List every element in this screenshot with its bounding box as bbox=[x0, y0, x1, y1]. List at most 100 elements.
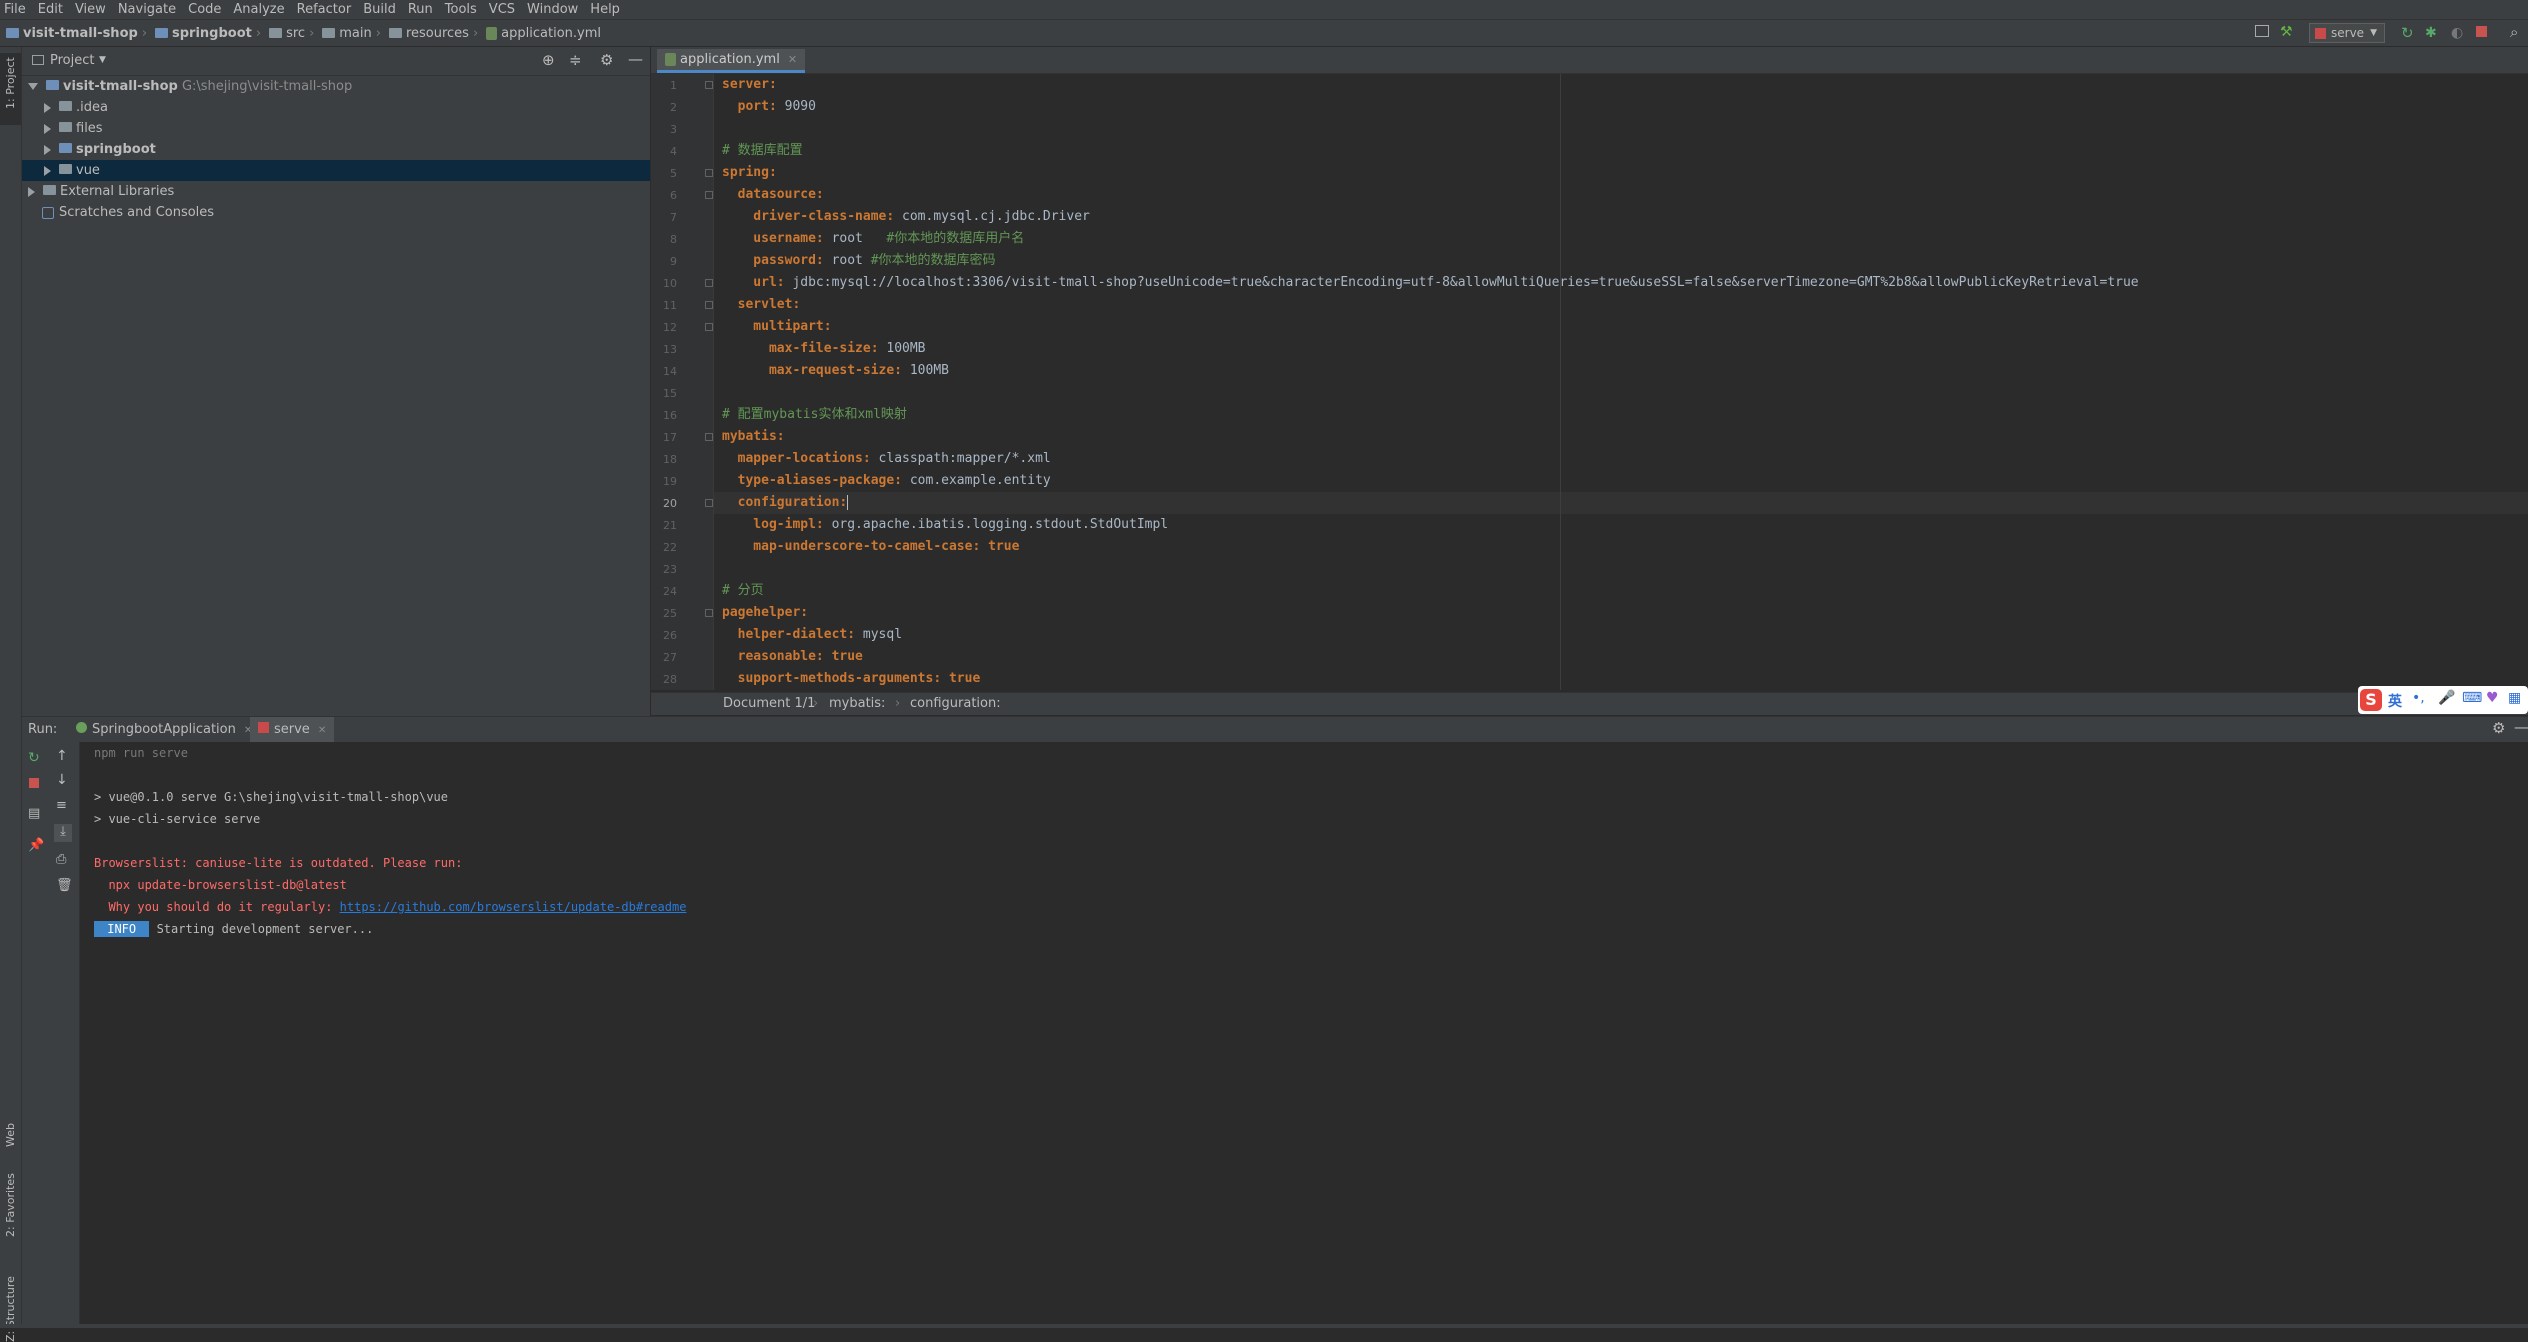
code-editor[interactable]: server: port: 9090 # 数据库配置 spring: datasou… bbox=[714, 74, 2528, 690]
breadcrumb-project[interactable]: visit-tmall-shop › bbox=[6, 20, 151, 46]
fold-marker-icon[interactable] bbox=[705, 279, 713, 287]
yaml-comment: # 分页 bbox=[722, 583, 764, 598]
gear-icon[interactable]: ⚙ bbox=[2492, 719, 2505, 737]
chevron-down-icon[interactable]: ▼ bbox=[99, 55, 106, 65]
code-line: support-methods-arguments: true bbox=[722, 668, 981, 690]
restore-layout-icon[interactable]: ▤ bbox=[28, 806, 42, 821]
ime-language-label[interactable]: 英 bbox=[2388, 691, 2402, 711]
yaml-path-mybatis[interactable]: mybatis: bbox=[829, 696, 885, 711]
tree-item-vue[interactable]: vue bbox=[22, 160, 650, 181]
menu-item-view[interactable]: View bbox=[69, 0, 112, 19]
code-line: multipart: bbox=[722, 316, 831, 338]
fold-marker-icon[interactable] bbox=[705, 169, 713, 177]
run-tab-springboot[interactable]: SpringbootApplication ✕ bbox=[68, 717, 260, 742]
stop-icon[interactable] bbox=[2476, 26, 2487, 37]
close-icon[interactable]: ✕ bbox=[318, 725, 326, 736]
collapse-all-icon[interactable]: ≑ bbox=[569, 51, 582, 69]
fold-marker-icon[interactable] bbox=[705, 301, 713, 309]
search-everywhere-icon[interactable]: ⌕ bbox=[2510, 23, 2518, 41]
rerun-icon[interactable]: ↻ bbox=[2401, 24, 2414, 42]
yaml-path-configuration[interactable]: configuration: bbox=[910, 696, 1001, 711]
scroll-to-end-icon[interactable]: ⤓ bbox=[54, 824, 72, 842]
expand-arrow-icon[interactable] bbox=[44, 102, 51, 113]
expand-arrow-icon[interactable] bbox=[28, 83, 38, 90]
npm-icon bbox=[258, 722, 269, 733]
close-icon[interactable]: ✕ bbox=[788, 53, 797, 66]
coverage-icon[interactable]: ◐ bbox=[2451, 24, 2463, 42]
scroll-down-icon[interactable]: ↓ bbox=[56, 772, 70, 788]
menu-item-tools[interactable]: Tools bbox=[439, 0, 483, 19]
keyboard-icon[interactable]: ⌨ bbox=[2462, 690, 2482, 706]
console-link[interactable]: https://github.com/browserslist/update-d… bbox=[340, 900, 687, 914]
punctuation-icon[interactable]: •, bbox=[2412, 690, 2425, 706]
debug-icon[interactable]: ✱ bbox=[2425, 24, 2437, 42]
breadcrumb-src[interactable]: src › bbox=[269, 20, 318, 46]
breadcrumb-resources[interactable]: resources › bbox=[388, 20, 482, 46]
folder-icon bbox=[322, 28, 336, 38]
microphone-icon[interactable]: 🎤 bbox=[2438, 690, 2455, 706]
menu-item-help[interactable]: Help bbox=[584, 0, 626, 19]
fold-marker-icon[interactable] bbox=[705, 81, 713, 89]
menu-item-navigate[interactable]: Navigate bbox=[112, 0, 182, 19]
menu-item-refactor[interactable]: Refactor bbox=[291, 0, 358, 19]
fold-marker-icon[interactable] bbox=[705, 433, 713, 441]
yaml-key: reasonable: bbox=[722, 649, 824, 664]
menu-item-analyze[interactable]: Analyze bbox=[227, 0, 290, 19]
menu-item-edit[interactable]: Edit bbox=[32, 0, 69, 19]
breadcrumb-main[interactable]: main › bbox=[322, 20, 385, 46]
print-icon[interactable]: ⎙ bbox=[56, 852, 70, 867]
stop-icon[interactable] bbox=[29, 778, 39, 788]
toolbox-icon[interactable]: ▦ bbox=[2508, 690, 2521, 706]
menu-item-build[interactable]: Build bbox=[357, 0, 402, 19]
clear-all-icon[interactable]: 🗑 bbox=[56, 878, 73, 893]
run-tab-serve[interactable]: serve ✕ bbox=[250, 717, 335, 742]
hide-panel-icon[interactable]: — bbox=[2514, 718, 2528, 736]
fold-marker-icon[interactable] bbox=[705, 323, 713, 331]
console-output[interactable]: npm run serve > vue@0.1.0 serve G:\sheji… bbox=[80, 742, 2528, 1324]
expand-arrow-icon[interactable] bbox=[44, 144, 51, 155]
gear-icon[interactable]: ⚙ bbox=[600, 51, 613, 69]
tree-item-scratches[interactable]: Scratches and Consoles bbox=[22, 202, 650, 223]
line-number: 21 bbox=[663, 519, 677, 532]
skin-icon[interactable]: ♥ bbox=[2486, 690, 2499, 706]
build-hammer-icon[interactable]: ⚒ bbox=[2280, 24, 2294, 40]
breadcrumb-file[interactable]: application.yml bbox=[486, 20, 601, 46]
rerun-icon[interactable]: ↻ bbox=[28, 750, 42, 766]
tree-item-idea[interactable]: .idea bbox=[22, 97, 650, 118]
menu-item-vcs[interactable]: VCS bbox=[483, 0, 521, 19]
menu-item-window[interactable]: Window bbox=[521, 0, 584, 19]
tree-item-root[interactable]: visit-tmall-shop G:\shejing\visit-tmall-… bbox=[22, 76, 650, 97]
expand-arrow-icon[interactable] bbox=[28, 186, 35, 197]
project-view-select[interactable]: Project bbox=[50, 53, 94, 68]
line-number: 19 bbox=[663, 475, 677, 488]
project-tool-label[interactable]: 1: Project bbox=[4, 57, 17, 109]
breadcrumb-springboot[interactable]: springboot › bbox=[155, 20, 265, 46]
favorites-tool-label[interactable]: 2: Favorites bbox=[4, 1173, 17, 1237]
document-indicator[interactable]: Document 1/1 bbox=[723, 696, 815, 711]
yaml-comment: # 配置mybatis实体和xml映射 bbox=[722, 407, 907, 422]
expand-arrow-icon[interactable] bbox=[44, 123, 51, 134]
tree-item-label: vue bbox=[76, 163, 100, 178]
scroll-up-icon[interactable]: ↑ bbox=[56, 748, 70, 764]
expand-arrow-icon[interactable] bbox=[44, 165, 51, 176]
code-line: mapper-locations: classpath:mapper/*.xml bbox=[722, 448, 1051, 470]
tree-item-files[interactable]: files bbox=[22, 118, 650, 139]
run-config-select[interactable]: serve ▼ bbox=[2309, 23, 2385, 43]
tree-item-external-libraries[interactable]: External Libraries bbox=[22, 181, 650, 202]
tree-item-springboot[interactable]: springboot bbox=[22, 139, 650, 160]
locate-icon[interactable]: ⊕ bbox=[542, 51, 555, 69]
pin-icon[interactable]: 📌 bbox=[28, 838, 44, 853]
layout-icon[interactable] bbox=[2255, 25, 2269, 37]
menu-item-code[interactable]: Code bbox=[182, 0, 227, 19]
fold-marker-icon[interactable] bbox=[705, 499, 713, 507]
menu-item-run[interactable]: Run bbox=[402, 0, 439, 19]
editor-tab-application-yml[interactable]: application.yml ✕ bbox=[657, 49, 806, 73]
web-tool-label[interactable]: Web bbox=[4, 1123, 17, 1147]
hide-panel-icon[interactable]: — bbox=[628, 50, 643, 68]
fold-marker-icon[interactable] bbox=[705, 191, 713, 199]
ime-toolbar[interactable]: S 英 •, 🎤 ⌨ ♥ ▦ bbox=[2358, 686, 2528, 714]
structure-tool-label[interactable]: Z: Structure bbox=[4, 1276, 17, 1342]
menu-item-file[interactable]: File bbox=[0, 0, 32, 19]
soft-wrap-icon[interactable]: ≡ bbox=[56, 798, 70, 813]
fold-marker-icon[interactable] bbox=[705, 609, 713, 617]
